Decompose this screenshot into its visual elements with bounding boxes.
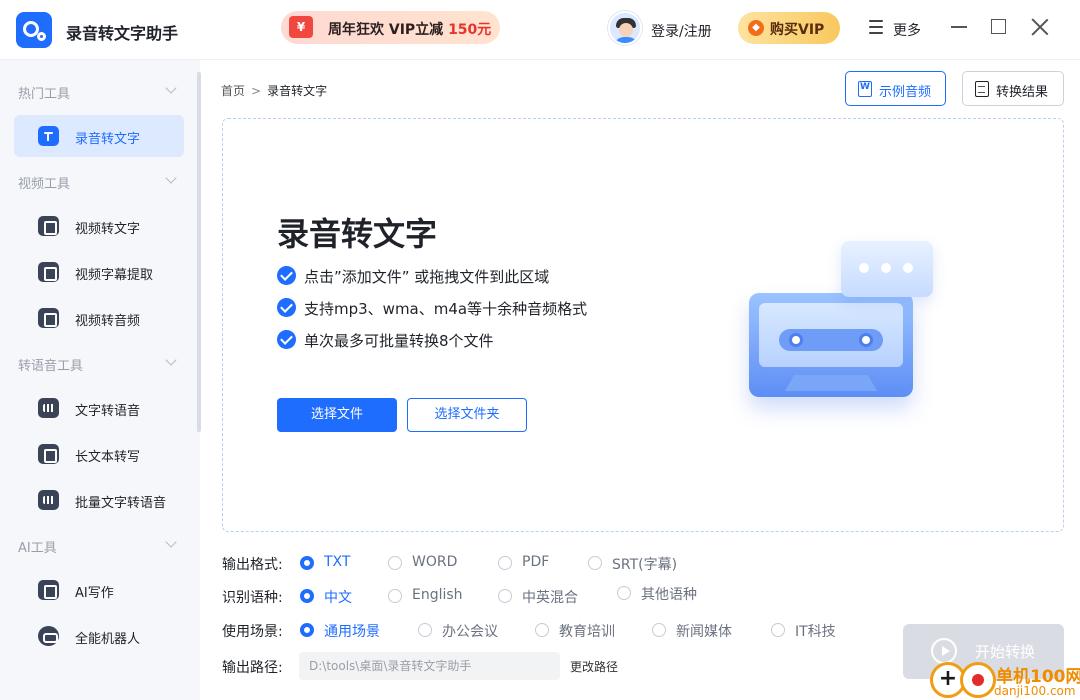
- promo-text: 周年狂欢 VIP立减 150元: [328, 22, 492, 38]
- robot-icon: [38, 626, 59, 646]
- convert-result-button[interactable]: 转换结果: [962, 71, 1064, 106]
- sidebar-item-ai-writing[interactable]: AI写作: [14, 569, 184, 611]
- sidebar-item-text-to-speech[interactable]: 文字转语音: [14, 387, 184, 429]
- video-audio-icon: [38, 308, 59, 328]
- output-format-label: 输出格式:: [222, 557, 283, 573]
- sidebar-item-batch-tts[interactable]: 批量文字转语音: [14, 479, 184, 521]
- sidebar-group-speech[interactable]: 转语音工具: [18, 355, 83, 374]
- sidebar-item-subtitle-extract[interactable]: 视频字幕提取: [14, 251, 184, 293]
- breadcrumb-separator: >: [251, 84, 262, 98]
- scene-row: 使用场景: 通用场景 办公会议 教育培训 新闻媒体 IT科技: [222, 619, 922, 641]
- language-label: 识别语种:: [222, 590, 283, 606]
- check-circle-icon: [277, 330, 296, 349]
- close-button[interactable]: [1030, 17, 1050, 37]
- sidebar-item-robot[interactable]: 全能机器人: [14, 615, 184, 657]
- chevron-down-icon[interactable]: [165, 172, 177, 184]
- select-folder-button[interactable]: 选择文件夹: [407, 398, 527, 432]
- promo-banner[interactable]: ¥ 周年狂欢 VIP立减 150元: [281, 11, 500, 44]
- output-format-row: 输出格式: TXT WORD PDF SRT(字幕): [222, 554, 678, 573]
- title-bar: 录音转文字助手 ¥ 周年狂欢 VIP立减 150元 登录/注册 ◆ 购买VIP …: [0, 0, 1080, 60]
- output-path-label: 输出路径:: [222, 660, 283, 676]
- chevron-down-icon[interactable]: [165, 354, 177, 366]
- chat-bubble-icon: [841, 241, 933, 297]
- output-path-input[interactable]: D:\tools\桌面\录音转文字助手: [299, 652, 560, 680]
- chevron-down-icon[interactable]: [165, 536, 177, 548]
- dropzone-title: 录音转文字: [277, 215, 438, 253]
- ai-writing-icon: [38, 580, 59, 600]
- site-watermark: + 单机100网 danji100.com: [930, 660, 1080, 700]
- cassette-illustration: [743, 239, 943, 409]
- sidebar: 热门工具 录音转文字 视频工具 视频转文字 视频字幕提取 视频转音频 转语音工具…: [0, 60, 201, 700]
- batch-waveform-icon: [38, 490, 59, 510]
- login-register-link[interactable]: 登录/注册: [651, 21, 712, 41]
- more-menu[interactable]: 更多: [893, 20, 921, 40]
- record-badge-icon: [960, 662, 996, 698]
- app-title: 录音转文字助手: [66, 24, 179, 43]
- subtitle-icon: [38, 262, 59, 282]
- user-avatar[interactable]: [608, 11, 642, 45]
- sidebar-group-hot[interactable]: 热门工具: [18, 83, 70, 102]
- long-text-icon: [38, 444, 59, 464]
- video-text-icon: [38, 216, 59, 236]
- check-circle-icon: [277, 266, 296, 285]
- buy-vip-button[interactable]: ◆ 购买VIP: [738, 12, 840, 44]
- file-drop-zone[interactable]: 录音转文字 点击”添加文件” 或拖拽文件到此区域 支持mp3、wma、m4a等十…: [222, 118, 1064, 532]
- app-logo-icon: [16, 12, 52, 48]
- check-circle-icon: [277, 298, 296, 317]
- sidebar-group-video[interactable]: 视频工具: [18, 173, 70, 192]
- breadcrumb-home[interactable]: 首页: [221, 84, 245, 98]
- cassette-tape-icon: [749, 293, 913, 397]
- sidebar-item-video-to-audio[interactable]: 视频转音频: [14, 297, 184, 339]
- maximize-button[interactable]: [991, 19, 1006, 34]
- word-doc-icon: [858, 81, 872, 97]
- change-path-link[interactable]: 更改路径: [570, 658, 618, 675]
- language-row: 识别语种: 中文 English 中英混合 其他语种: [222, 586, 697, 606]
- sidebar-item-video-to-text[interactable]: 视频转文字: [14, 205, 184, 247]
- watermark-url: danji100.com: [994, 684, 1076, 698]
- sidebar-group-ai[interactable]: AI工具: [18, 537, 57, 556]
- sidebar-item-long-text[interactable]: 长文本转写: [14, 433, 184, 475]
- menu-icon[interactable]: [869, 20, 883, 34]
- sidebar-item-audio-to-text[interactable]: 录音转文字: [14, 115, 184, 157]
- sample-audio-button[interactable]: 示例音频: [845, 71, 946, 106]
- breadcrumb-current: 录音转文字: [267, 84, 328, 98]
- breadcrumb: 首页 > 录音转文字: [221, 82, 327, 99]
- minimize-button[interactable]: [951, 26, 967, 28]
- text-t-icon: [38, 126, 59, 146]
- waveform-icon: [38, 398, 59, 418]
- sidebar-scrollbar[interactable]: [197, 72, 201, 432]
- promo-amount: 150元: [448, 22, 492, 38]
- vip-diamond-icon: ◆: [748, 20, 764, 36]
- chevron-down-icon[interactable]: [165, 82, 177, 94]
- scene-label: 使用场景:: [222, 624, 283, 640]
- output-path-row: 输出路径:: [222, 655, 302, 677]
- gift-icon: ¥: [289, 16, 313, 38]
- document-icon: [975, 81, 989, 97]
- select-file-button[interactable]: 选择文件: [277, 398, 397, 432]
